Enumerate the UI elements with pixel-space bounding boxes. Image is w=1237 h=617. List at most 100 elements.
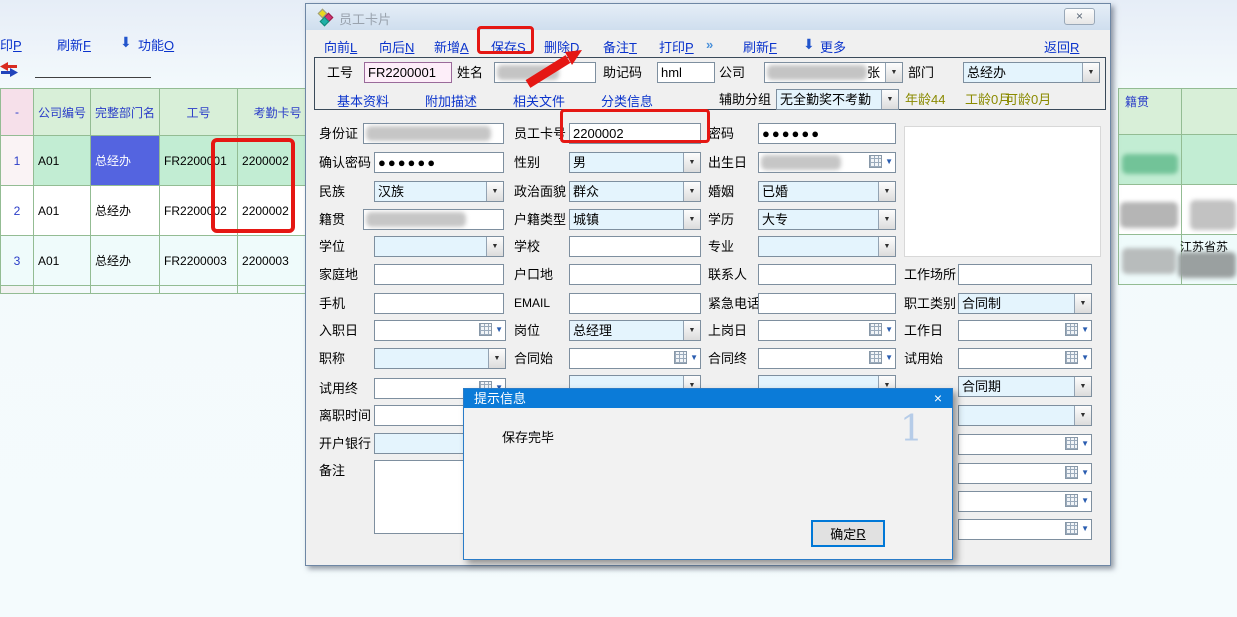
cell-dept-selected[interactable]: 总经办 [91,136,160,186]
marriage-combo[interactable]: 已婚▼ [758,181,896,202]
post-combo[interactable]: 总经理▼ [569,320,701,341]
chevron-down-icon[interactable]: ▼ [1074,294,1091,313]
regaddr-field[interactable] [569,264,701,285]
right-date-field[interactable]: ▼ [958,463,1092,484]
bg-refresh-button[interactable]: 刷新F [57,35,91,54]
close-button[interactable]: × [1064,8,1095,25]
tab-related-files[interactable]: 相关文件 [513,91,565,110]
company-combo[interactable]: 张 ▼ [764,62,903,83]
major-combo[interactable]: ▼ [758,236,896,257]
photo-area[interactable] [904,126,1101,257]
bg-functions-button[interactable]: 功能O [138,35,174,54]
chevron-down-icon[interactable]: ▼ [878,210,895,229]
calendar-icon[interactable] [1065,351,1078,364]
contact-field[interactable] [758,264,896,285]
chevron-down-icon[interactable]: ▼ [1081,354,1089,362]
print-button[interactable]: 打印P [659,37,694,56]
hukou-combo[interactable]: 城镇▼ [569,209,701,230]
cperiod-combo[interactable]: 合同期▼ [958,376,1092,397]
birth-date-field[interactable]: ▼ [758,152,896,173]
chevron-down-icon[interactable]: ▼ [1081,525,1089,533]
chevron-down-icon[interactable]: ▼ [885,326,893,334]
note-button[interactable]: 备注T [603,37,637,56]
swap-arrows-icon[interactable] [0,62,18,77]
calendar-icon[interactable] [869,351,882,364]
calendar-icon[interactable] [1065,466,1078,479]
school-field[interactable] [569,236,701,257]
tab-extra-desc[interactable]: 附加描述 [425,91,477,110]
edu-combo[interactable]: 大专▼ [758,209,896,230]
chevron-down-icon[interactable]: ▼ [878,182,895,201]
native-field[interactable] [363,209,504,230]
calendar-icon[interactable] [1065,437,1078,450]
col-header-empno[interactable]: 工号 [160,89,238,136]
col-header-native[interactable]: 籍贯 [1118,88,1182,135]
chevron-down-icon[interactable]: ▼ [495,326,503,334]
chevron-down-icon[interactable]: ▼ [885,158,893,166]
cell-company[interactable]: A01 [34,136,91,186]
cpwd-field[interactable]: ●●●●●● [374,152,504,173]
cell-dept[interactable]: 总经办 [91,186,160,236]
chevron-down-icon[interactable]: ▼ [885,354,893,362]
chevron-down-icon[interactable]: ▼ [1081,469,1089,477]
calendar-icon[interactable] [479,323,492,336]
hiredate-field[interactable]: ▼ [374,320,506,341]
wtype-combo[interactable]: 合同制▼ [958,293,1092,314]
col-header-dept[interactable]: 完整部门名 [91,89,160,136]
calendar-icon[interactable] [869,155,882,168]
chevron-down-icon[interactable]: ▼ [1082,63,1099,82]
onboard-field[interactable]: ▼ [758,320,896,341]
chevron-down-icon[interactable]: ▼ [486,237,503,256]
gender-combo[interactable]: 男▼ [569,152,701,173]
refresh-button[interactable]: 刷新F [743,37,777,56]
col-header-company[interactable]: 公司编号 [34,89,91,136]
chevron-down-icon[interactable]: ▼ [1081,326,1089,334]
close-icon[interactable]: × [934,389,942,408]
chevron-down-icon[interactable]: ▼ [878,237,895,256]
dept-combo[interactable]: 总经办▼ [963,62,1100,83]
pwd-field[interactable]: ●●●●●● [758,123,896,144]
chevron-down-icon[interactable]: ▼ [885,63,902,82]
degree-combo[interactable]: ▼ [374,236,504,257]
mnemonic-field[interactable]: hml [657,62,715,83]
dialog-titlebar[interactable]: 员工卡片 × [306,4,1110,30]
urgent-field[interactable] [758,293,896,314]
workplace-field[interactable] [958,264,1092,285]
chevron-down-icon[interactable]: ▼ [488,349,505,368]
chevron-down-icon[interactable]: ▼ [1074,406,1091,425]
next-button[interactable]: 向后N [379,37,414,56]
cell-empno[interactable]: FR2200003 [160,236,238,286]
add-button[interactable]: 新增A [434,37,469,56]
idcard-field[interactable] [363,123,504,144]
cstart-field[interactable]: ▼ [569,348,701,369]
politic-combo[interactable]: 群众▼ [569,181,701,202]
tab-classification[interactable]: 分类信息 [601,91,653,110]
empno-field[interactable]: FR2200001 [364,62,452,83]
chevron-more-icon[interactable]: » [706,37,713,52]
message-box-titlebar[interactable]: 提示信息 × [464,389,952,408]
cell-company[interactable]: A01 [34,186,91,236]
mobile-field[interactable] [374,293,504,314]
right-date-field[interactable]: ▼ [958,434,1092,455]
right-date-field[interactable]: ▼ [958,491,1092,512]
more-button[interactable]: 更多 [820,37,846,56]
bg-search-input[interactable] [35,62,151,78]
chevron-down-icon[interactable]: ▼ [881,90,898,109]
workday-field[interactable]: ▼ [958,320,1092,341]
right-combo[interactable]: ▼ [958,405,1092,426]
chevron-down-icon[interactable]: ▼ [486,182,503,201]
chevron-down-icon[interactable]: ▼ [1081,440,1089,448]
col-header-index[interactable]: - [1,89,34,136]
chevron-down-icon[interactable]: ▼ [683,182,700,201]
ethnic-combo[interactable]: 汉族▼ [374,181,504,202]
chevron-down-icon[interactable]: ▼ [683,210,700,229]
cell-company[interactable]: A01 [34,236,91,286]
tab-basic-info[interactable]: 基本资料 [337,91,389,110]
calendar-icon[interactable] [1065,522,1078,535]
calendar-icon[interactable] [674,351,687,364]
email-field[interactable] [569,293,701,314]
prev-button[interactable]: 向前L [324,37,357,56]
table-row[interactable]: 3 A01 总经办 FR2200003 2200003 [1,236,318,286]
calendar-icon[interactable] [1065,323,1078,336]
cend-field[interactable]: ▼ [758,348,896,369]
